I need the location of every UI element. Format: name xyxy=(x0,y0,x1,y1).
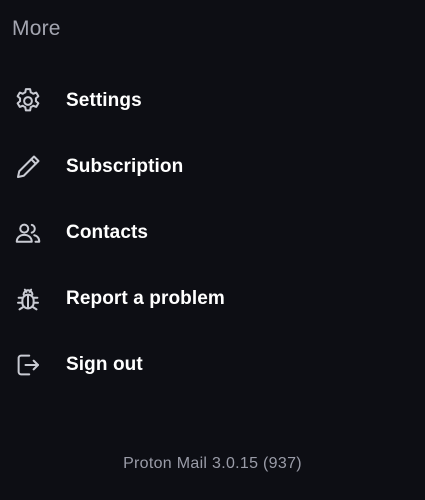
menu-item-settings[interactable]: Settings xyxy=(0,68,425,134)
sign-out-icon xyxy=(12,349,44,381)
pencil-icon xyxy=(12,151,44,183)
menu-item-label: Subscription xyxy=(66,156,184,177)
more-menu: Settings Subscription Contacts Report a … xyxy=(0,68,425,398)
menu-item-report-problem[interactable]: Report a problem xyxy=(0,266,425,332)
menu-item-label: Contacts xyxy=(66,222,149,243)
more-screen: More Settings Subscription Contacts Repo… xyxy=(0,0,425,500)
bug-icon xyxy=(12,283,44,315)
menu-item-label: Settings xyxy=(66,90,142,111)
section-title: More xyxy=(12,17,61,40)
gear-icon xyxy=(12,85,44,117)
menu-item-contacts[interactable]: Contacts xyxy=(0,200,425,266)
menu-item-subscription[interactable]: Subscription xyxy=(0,134,425,200)
app-version: Proton Mail 3.0.15 (937) xyxy=(123,455,302,472)
menu-item-label: Sign out xyxy=(66,354,143,375)
menu-item-label: Report a problem xyxy=(66,288,225,309)
menu-item-sign-out[interactable]: Sign out xyxy=(0,332,425,398)
people-icon xyxy=(12,217,44,249)
